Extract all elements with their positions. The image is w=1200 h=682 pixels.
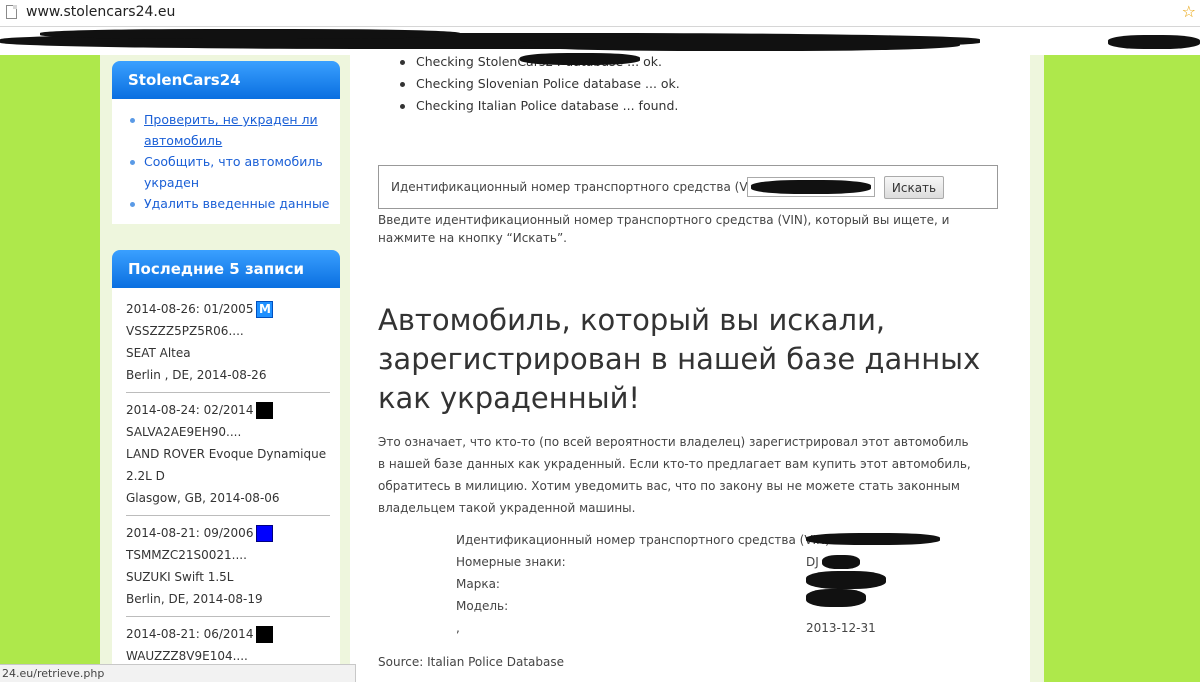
detail-label: Номерные знаки:: [456, 555, 566, 569]
redaction-scribble: [520, 37, 960, 51]
vin-label: Идентификационный номер транспортного ср…: [391, 180, 769, 194]
entry-date: 2014-08-24: 02/2014: [126, 403, 254, 417]
redaction-scribble: [806, 571, 886, 589]
color-badge: M: [256, 300, 274, 318]
sidebar-title: StolenCars24: [112, 61, 340, 99]
check-item: Checking Slovenian Police database ... o…: [398, 73, 680, 95]
search-hint: Введите идентификационный номер транспор…: [378, 213, 950, 245]
entry-date: 2014-08-21: 09/2006: [126, 526, 254, 540]
redaction-scribble: [806, 533, 940, 545]
detail-label: Марка:: [456, 577, 500, 591]
sidebar-link-delete[interactable]: Удалить введенные данные: [130, 193, 332, 214]
recent-entry[interactable]: 2014-08-26: 01/2005 M VSSZZZ5PZ5R06.... S…: [126, 292, 330, 393]
entry-place: Glasgow, GB, 2014-08-06: [126, 491, 280, 505]
entry-date: 2014-08-26: 01/2005: [126, 302, 254, 316]
detail-value: 2013-12-31: [806, 621, 876, 635]
entry-vin: SALVA2AE9EH90....: [126, 425, 242, 439]
search-button[interactable]: Искать: [884, 176, 944, 199]
entry-date: 2014-08-21: 06/2014: [126, 627, 254, 641]
detail-value: DJ: [806, 555, 819, 569]
sidebar-link-check[interactable]: Проверить, не украден ли автомобиль: [130, 109, 332, 151]
entry-place: Berlin , DE, 2014-08-26: [126, 368, 267, 382]
entry-vin: TSMMZC21S0021....: [126, 548, 247, 562]
redaction-scribble: [1108, 35, 1200, 49]
source-note: Source: Italian Police Database: [378, 655, 564, 669]
entry-model: LAND ROVER Evoque Dynamique 2.2L D: [126, 447, 327, 483]
redaction-scribble: [520, 53, 640, 65]
status-bar-url: 24.eu/retrieve.php: [0, 664, 356, 682]
redaction-scribble: [40, 29, 460, 39]
content-frame: StolenCars24 Проверить, не украден ли ав…: [100, 53, 1044, 682]
entry-place: Berlin, DE, 2014-08-19: [126, 592, 263, 606]
detail-label: Модель:: [456, 599, 509, 613]
color-badge: [256, 625, 274, 643]
redaction-scribble: [751, 180, 871, 194]
detail-label: ,: [456, 621, 460, 635]
result-heading: Автомобиль, который вы искали, зарегистр…: [378, 303, 981, 415]
main-content: Checking StolenCars24 database ... ok. C…: [350, 53, 1030, 682]
recent-entries-list: 2014-08-26: 01/2005 M VSSZZZ5PZ5R06.... S…: [112, 288, 340, 673]
recent-entry[interactable]: 2014-08-21: 09/2006 TSMMZC21S0021.... SU…: [126, 516, 330, 617]
color-badge: [256, 401, 274, 419]
sidebar-menu: Проверить, не украден ли автомобиль Сооб…: [112, 99, 340, 224]
vin-search-form: Идентификационный номер транспортного ср…: [378, 165, 998, 209]
bookmark-star-icon[interactable]: ☆: [1182, 2, 1196, 21]
entry-vin: VSSZZZ5PZ5R06....: [126, 324, 244, 338]
address-bar[interactable]: www.stolencars24.eu ☆: [0, 0, 1200, 27]
url-text[interactable]: www.stolencars24.eu: [26, 4, 175, 20]
recent-entry[interactable]: 2014-08-24: 02/2014 SALVA2AE9EH90.... LA…: [126, 393, 330, 516]
sidebar: StolenCars24 Проверить, не украден ли ав…: [112, 61, 340, 673]
entry-model: SEAT Altea: [126, 346, 191, 360]
color-badge: [256, 524, 274, 542]
result-description: Это означает, что кто-то (по всей вероят…: [378, 435, 971, 515]
page-icon: [6, 5, 17, 19]
recent-entries-title: Последние 5 записи: [112, 250, 340, 288]
detail-label: Идентификационный номер транспортного ср…: [456, 533, 834, 547]
check-item: Checking Italian Police database ... fou…: [398, 95, 680, 117]
entry-model: SUZUKI Swift 1.5L: [126, 570, 234, 584]
redaction-scribble: [806, 589, 866, 607]
redaction-scribble: [822, 555, 860, 569]
sidebar-link-report[interactable]: Сообщить, что автомобиль украден: [130, 151, 332, 193]
page-background: StolenCars24 Проверить, не украден ли ав…: [0, 53, 1200, 682]
